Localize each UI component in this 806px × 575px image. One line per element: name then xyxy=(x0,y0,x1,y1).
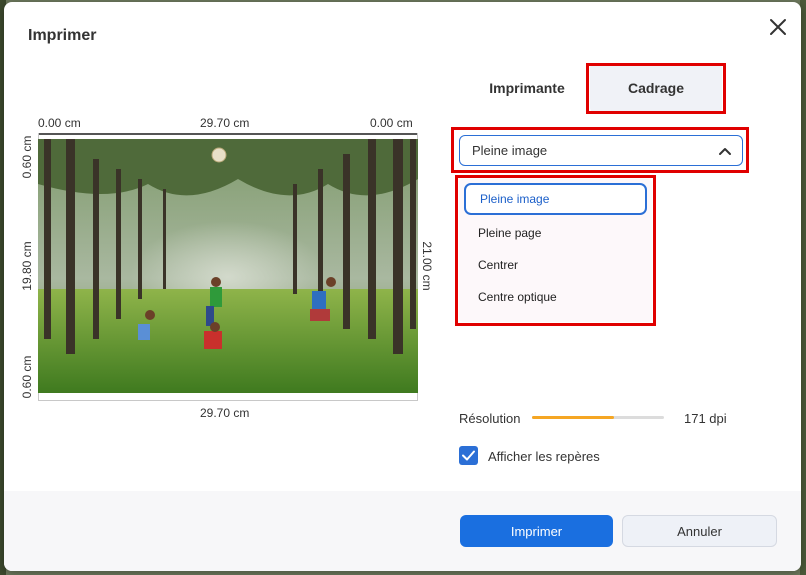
preview-top-border xyxy=(38,133,418,135)
option-pleine-image[interactable]: Pleine image xyxy=(464,183,647,215)
cadrage-select-value: Pleine image xyxy=(472,143,548,158)
afficher-reperes-label: Afficher les repères xyxy=(488,449,600,464)
dialog-title: Imprimer xyxy=(28,27,97,44)
option-pleine-page[interactable]: Pleine page xyxy=(464,217,647,249)
tab-cadrage[interactable]: Cadrage xyxy=(590,64,722,112)
dim-top-center: 29.70 cm xyxy=(200,116,250,130)
dim-left-middle: 19.80 cm xyxy=(20,241,34,291)
print-button[interactable]: Imprimer xyxy=(460,515,613,547)
print-preview-image xyxy=(38,139,418,393)
option-centre-optique[interactable]: Centre optique xyxy=(464,281,647,313)
dim-bottom-center: 29.70 cm xyxy=(200,406,250,420)
chevron-up-icon xyxy=(718,144,732,158)
afficher-reperes-checkbox[interactable] xyxy=(459,446,478,465)
dim-top-left: 0.00 cm xyxy=(38,116,81,130)
resolution-label: Résolution xyxy=(459,411,521,426)
tab-imprimante[interactable]: Imprimante xyxy=(477,64,577,112)
option-centrer[interactable]: Centrer xyxy=(464,249,647,281)
resolution-value: 171 dpi xyxy=(684,411,727,426)
close-icon[interactable] xyxy=(767,16,789,38)
resolution-slider-fill xyxy=(532,416,614,419)
print-dialog: Imprimer 0.00 cm 29.70 cm 0.00 cm 0.60 c… xyxy=(4,2,801,571)
dim-top-right: 0.00 cm xyxy=(370,116,413,130)
dim-left-top: 0.60 cm xyxy=(20,135,34,179)
cadrage-dropdown-menu: Pleine image Pleine page Centrer Centre … xyxy=(459,179,652,322)
dim-left-bottom: 0.60 cm xyxy=(20,355,34,399)
cadrage-select[interactable]: Pleine image xyxy=(459,135,743,166)
resolution-slider[interactable] xyxy=(532,416,664,419)
preview-bottom-border xyxy=(38,400,418,401)
cancel-button[interactable]: Annuler xyxy=(622,515,777,547)
dim-right-middle: 21.00 cm xyxy=(420,241,434,291)
